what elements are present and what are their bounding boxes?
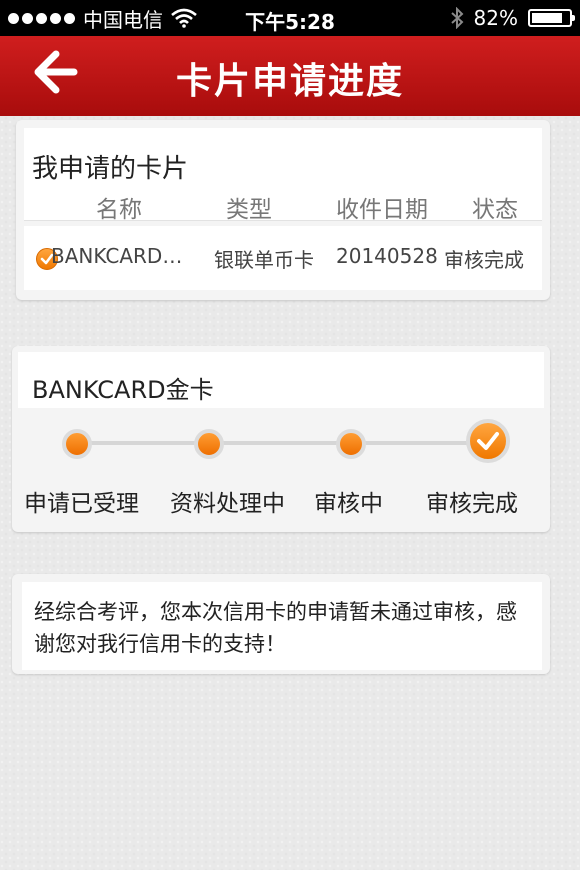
card-name-cell: BANKCARD… <box>51 244 183 268</box>
status-right: 82% <box>450 0 575 36</box>
step-dot-3 <box>336 429 366 459</box>
column-header-name: 名称 <box>96 197 142 223</box>
battery-percent: 82% <box>473 6 518 30</box>
step-dot-1 <box>62 429 92 459</box>
result-message-panel: 经综合考评，您本次信用卡的申请暂未通过审核，感谢您对我行信用卡的支持！ <box>12 574 550 674</box>
step-label-1: 申请已受理 <box>24 491 139 517</box>
bluetooth-icon <box>450 7 463 29</box>
my-cards-panel: 我申请的卡片 名称 类型 收件日期 状态 BANKCARD… 银联单币卡 201… <box>16 120 550 300</box>
status-bar: 中国电信 下午5:28 82% <box>0 0 580 36</box>
progress-track <box>76 441 506 445</box>
receive-date-cell: 20140528 <box>336 244 438 268</box>
step-label-4: 审核完成 <box>426 491 518 517</box>
step-label-3: 审核中 <box>314 491 383 517</box>
step-label-2: 资料处理中 <box>170 491 285 517</box>
battery-fill <box>532 13 562 23</box>
page-title: 卡片申请进度 <box>175 61 404 102</box>
column-header-date: 收件日期 <box>336 197 428 223</box>
progress-header: BANKCARD金卡 <box>18 352 544 408</box>
column-header-status: 状态 <box>472 197 518 223</box>
result-message-text: 经综合考评，您本次信用卡的申请暂未通过审核，感谢您对我行信用卡的支持！ <box>34 600 517 656</box>
navigation-bar: 卡片申请进度 <box>0 36 580 116</box>
step-dot-2 <box>194 429 224 459</box>
table-row[interactable]: BANKCARD… 银联单币卡 20140528 审核完成 <box>24 226 542 290</box>
card-product-name: BANKCARD金卡 <box>32 376 214 404</box>
card-type-cell: 银联单币卡 <box>214 248 314 272</box>
message-box: 经综合考评，您本次信用卡的申请暂未通过审核，感谢您对我行信用卡的支持！ <box>22 582 542 670</box>
progress-panel: BANKCARD金卡 申请已受理 资料处理中 审核中 审核完成 <box>12 346 550 532</box>
my-cards-header: 我申请的卡片 名称 类型 收件日期 状态 <box>24 128 542 223</box>
status-cell: 审核完成 <box>444 248 524 272</box>
column-header-type: 类型 <box>226 197 272 223</box>
step-complete-check-icon <box>466 419 510 463</box>
section-title: 我申请的卡片 <box>32 154 189 184</box>
battery-icon <box>528 9 575 27</box>
